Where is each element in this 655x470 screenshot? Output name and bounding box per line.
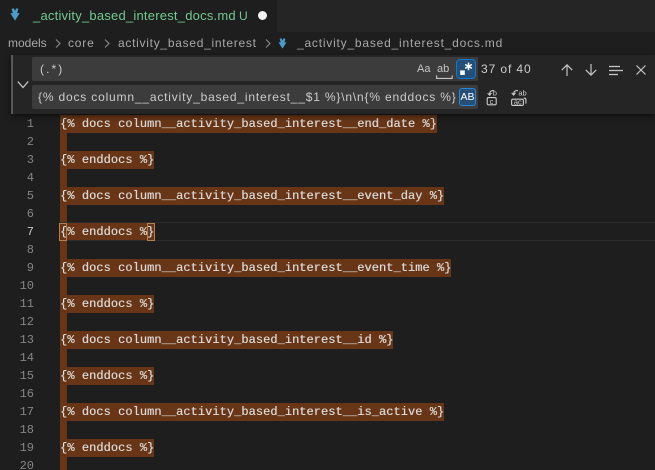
svg-text:ab: ab — [518, 88, 526, 97]
svg-text:ac: ac — [514, 98, 522, 107]
svg-text:c: c — [490, 97, 494, 106]
